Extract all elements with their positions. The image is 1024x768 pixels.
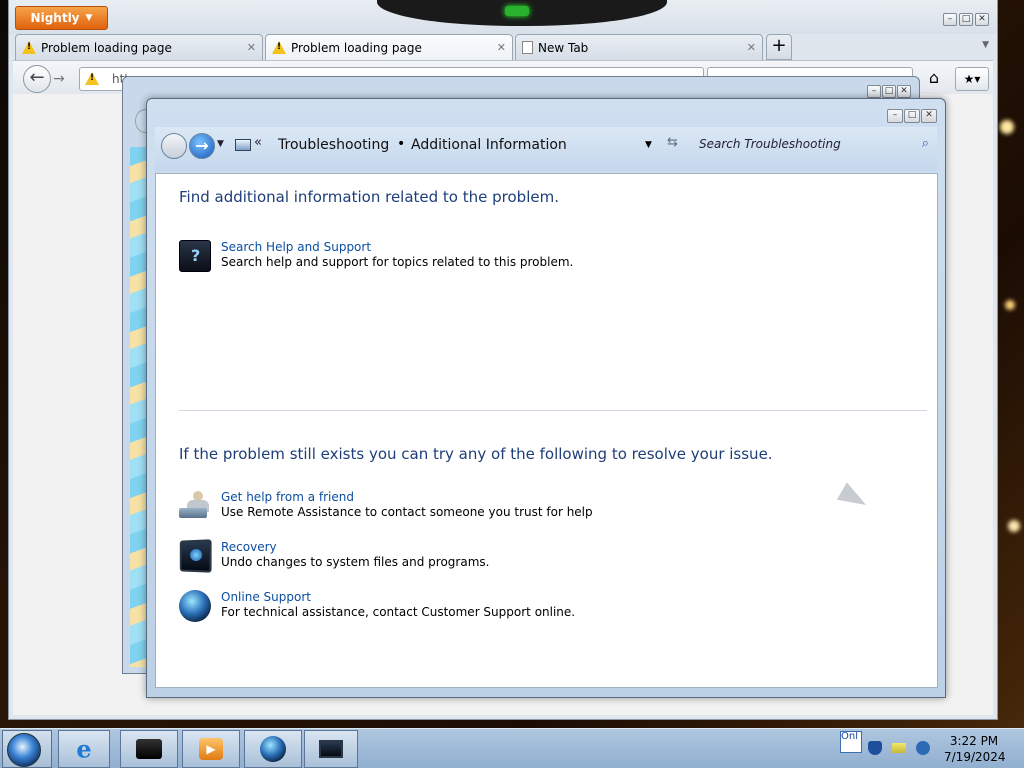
address-bar: → ▼ « Troubleshooting • Additional Infor…: [155, 127, 937, 171]
firefox-window-controls: – □ ✕: [943, 13, 989, 26]
breadcrumb-overflow-icon[interactable]: «: [254, 135, 262, 150]
chevron-down-icon: ▼: [85, 13, 93, 23]
clock-date: 7/19/2024: [944, 750, 1006, 764]
url-warning-icon: [85, 72, 99, 85]
maximize-button[interactable]: □: [959, 13, 973, 26]
bookmarks-button[interactable]: ★▾: [955, 67, 989, 91]
tab-label: Problem loading page: [41, 40, 172, 55]
forward-button[interactable]: →: [189, 133, 215, 159]
tab-new-tab[interactable]: New Tab ✕: [515, 34, 763, 60]
page-icon: [522, 41, 533, 54]
tab-strip: Problem loading page ✕ Problem loading p…: [13, 34, 993, 60]
back-button[interactable]: ←: [23, 65, 51, 93]
tray-online-label: Onl: [841, 731, 858, 742]
minimize-button[interactable]: –: [867, 85, 881, 98]
online-support-description: For technical assistance, contact Custom…: [221, 605, 576, 619]
tab-label: New Tab: [538, 40, 589, 55]
globe-icon: [260, 736, 286, 762]
clock-time: 3:22 PM: [949, 734, 999, 748]
titlebar-gem-icon: [505, 6, 529, 16]
heading-resolve-issue: If the problem still exists you can try …: [179, 445, 773, 463]
address-dropdown-icon[interactable]: ▼: [645, 140, 652, 150]
section-divider: [179, 410, 927, 411]
tray-online-icon[interactable]: Onl: [840, 731, 862, 753]
security-shield-icon[interactable]: [868, 741, 882, 755]
desktop-wallpaper-glow: [1005, 300, 1015, 310]
system-clock[interactable]: 3:22 PM 7/19/2024: [944, 733, 1006, 765]
tab-problem-loading-2[interactable]: Problem loading page ✕: [265, 34, 513, 60]
get-help-friend-link[interactable]: Get help from a friend: [221, 490, 354, 504]
desktop-wallpaper-glow: [1000, 120, 1014, 134]
minimize-button[interactable]: –: [887, 109, 903, 123]
recovery-icon: [179, 539, 212, 573]
breadcrumb-troubleshooting[interactable]: Troubleshooting: [278, 137, 389, 153]
close-button[interactable]: ✕: [897, 85, 911, 98]
troubleshooting-icon: [319, 740, 343, 758]
online-support-link[interactable]: Online Support: [221, 590, 311, 604]
nightly-menu-button[interactable]: Nightly ▼: [15, 6, 108, 30]
search-help-link[interactable]: Search Help and Support: [221, 240, 371, 254]
warning-icon: [272, 41, 286, 54]
home-button[interactable]: ⌂: [921, 67, 947, 91]
desktop-wallpaper-glow: [1008, 520, 1020, 532]
recent-pages-chevron-icon[interactable]: ▼: [217, 139, 224, 149]
search-troubleshooting-input[interactable]: Search Troubleshooting ⌕: [693, 133, 937, 157]
back-button[interactable]: [161, 133, 187, 159]
background-window-content: [130, 147, 146, 667]
taskbar-app-3[interactable]: [244, 730, 302, 768]
remote-assistance-icon: [179, 490, 211, 522]
warning-icon: [22, 41, 36, 54]
search-help-description: Search help and support for topics relat…: [221, 255, 574, 269]
media-center-icon: [136, 739, 162, 759]
new-tab-button[interactable]: +: [766, 34, 792, 60]
breadcrumb-additional-information[interactable]: Additional Information: [411, 137, 567, 153]
taskbar-app-1[interactable]: [120, 730, 178, 768]
start-button[interactable]: [2, 730, 52, 768]
action-center-flag-icon[interactable]: [892, 743, 906, 753]
taskbar-internet-explorer[interactable]: e: [58, 730, 110, 768]
taskbar-app-4[interactable]: [304, 730, 358, 768]
recovery-description: Undo changes to system files and program…: [221, 555, 490, 569]
taskbar: e ▶ Onl 3:22 PM 7/19/2024: [0, 728, 1024, 768]
media-player-icon: ▶: [199, 738, 223, 760]
main-content-panel: Find additional information related to t…: [155, 173, 938, 688]
recovery-link[interactable]: Recovery: [221, 540, 277, 554]
forward-button[interactable]: →: [53, 71, 65, 87]
windows-logo-icon: [7, 733, 41, 767]
help-support-icon: [179, 240, 211, 272]
internet-explorer-icon: e: [76, 734, 92, 764]
close-button[interactable]: ✕: [921, 109, 937, 123]
maximize-button[interactable]: □: [882, 85, 896, 98]
heading-additional-info: Find additional information related to t…: [179, 188, 559, 206]
network-icon[interactable]: [916, 741, 930, 755]
get-help-friend-description: Use Remote Assistance to contact someone…: [221, 505, 593, 519]
online-support-icon: [179, 590, 211, 622]
close-tab-icon[interactable]: ✕: [497, 41, 506, 54]
close-tab-icon[interactable]: ✕: [747, 41, 756, 54]
window-controls: – □ ✕: [887, 109, 937, 123]
close-tab-icon[interactable]: ✕: [247, 41, 256, 54]
troubleshooting-window: – □ ✕ → ▼ « Troubleshooting • Additional…: [146, 98, 946, 698]
maximize-button[interactable]: □: [904, 109, 920, 123]
background-window-controls: – □ ✕: [867, 85, 911, 98]
minimize-button[interactable]: –: [943, 13, 957, 26]
search-icon[interactable]: ⌕: [922, 136, 929, 151]
tab-problem-loading-1[interactable]: Problem loading page ✕: [15, 34, 263, 60]
tab-list-chevron-icon[interactable]: ▼: [982, 40, 989, 50]
breadcrumb-separator-icon[interactable]: •: [397, 136, 405, 152]
control-panel-icon: [235, 139, 251, 151]
search-placeholder: Search Troubleshooting: [699, 137, 841, 151]
taskbar-app-2[interactable]: ▶: [182, 730, 240, 768]
nightly-label: Nightly: [30, 11, 80, 25]
tab-label: Problem loading page: [291, 40, 422, 55]
close-button[interactable]: ✕: [975, 13, 989, 26]
refresh-icon[interactable]: ⇆: [667, 135, 678, 150]
